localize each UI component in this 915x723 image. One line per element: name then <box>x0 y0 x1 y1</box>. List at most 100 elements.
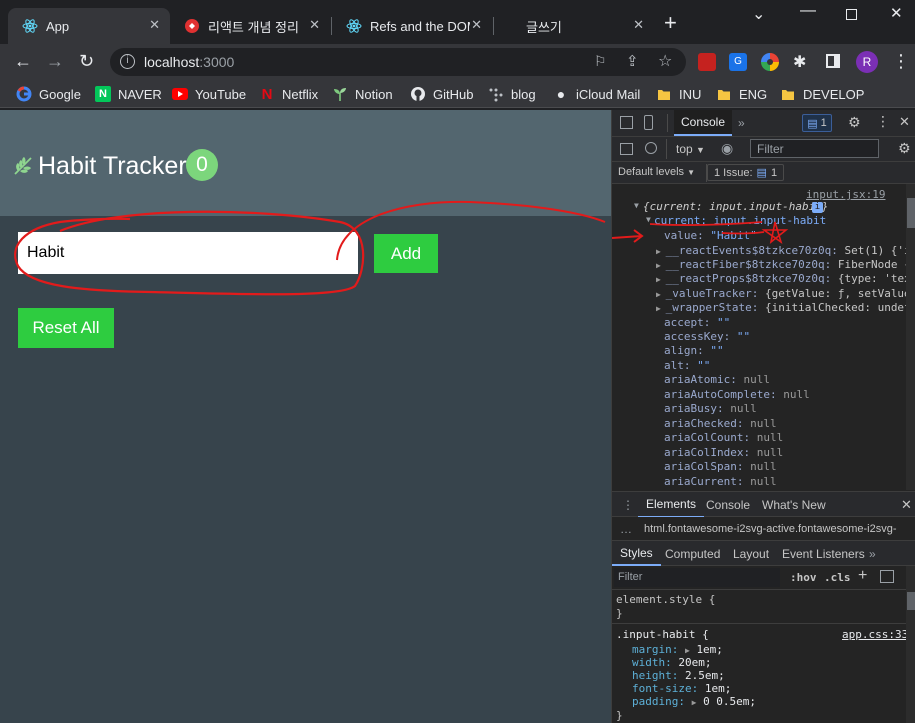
messages-counter[interactable]: ▤ 1 <box>802 114 832 132</box>
settings-gear-icon[interactable]: ⚙ <box>848 114 861 131</box>
bookmark-label: ENG <box>739 86 768 102</box>
extensions-puzzle-icon[interactable]: ✱ <box>793 52 806 72</box>
translate-extension-icon[interactable]: G <box>729 53 747 71</box>
more-tabs-chevron-icon[interactable]: » <box>738 110 745 136</box>
browser-tab-refs[interactable]: Refs and the DOM ✕ <box>332 8 492 44</box>
rule-selector[interactable]: .input-habit { <box>616 628 709 641</box>
console-filter-input[interactable]: Filter <box>750 139 879 158</box>
clear-console-icon[interactable] <box>645 142 657 154</box>
styles-filter-input[interactable]: Filter <box>614 568 780 587</box>
minimize-icon[interactable]: — <box>800 2 816 20</box>
rule-source-link[interactable]: app.css:33 <box>842 628 908 641</box>
translate-icon[interactable]: ⚐ <box>594 53 607 70</box>
new-rule-plus-icon[interactable]: + <box>858 567 867 585</box>
tab-search-icon[interactable]: ⌄ <box>752 4 765 24</box>
inspect-element-icon[interactable] <box>620 116 633 129</box>
tab-elements[interactable]: Elements <box>638 492 705 518</box>
bookmark-folder-inu[interactable]: INU <box>656 84 701 104</box>
close-icon[interactable]: ✕ <box>149 17 160 33</box>
sidebar-toggle-icon[interactable] <box>620 143 633 155</box>
tab-event-listeners[interactable]: Event Listeners <box>782 541 865 566</box>
devtools-menu-icon[interactable]: ⋮ <box>876 113 890 130</box>
tab-whats-new[interactable]: What's New <box>762 492 826 518</box>
close-icon[interactable]: ✕ <box>309 17 320 33</box>
styles-scrollbar[interactable] <box>906 566 915 590</box>
css-declaration[interactable]: height: 2.5em; <box>632 669 725 682</box>
expand-arrow-icon[interactable]: ▶ <box>685 646 690 655</box>
live-expression-eye-icon[interactable]: ◉ <box>721 140 733 157</box>
scrollbar-thumb[interactable] <box>907 592 915 610</box>
elements-breadcrumb-bar: … html.fontawesome-i2svg-active.fontawes… <box>612 517 915 541</box>
device-toolbar-icon[interactable] <box>644 115 653 130</box>
menu-kebab-icon[interactable]: ⋮ <box>892 51 910 72</box>
drawer-menu-icon[interactable]: ⋮ <box>622 492 634 518</box>
url-port: :3000 <box>199 54 235 70</box>
bookmark-youtube[interactable]: YouTube <box>172 84 246 104</box>
expand-arrow-icon[interactable]: ▶ <box>692 698 697 707</box>
console-settings-gear-icon[interactable]: ⚙ <box>898 140 911 157</box>
bookmark-icloud-mail[interactable]: ● iCloud Mail <box>553 84 641 104</box>
close-icon[interactable]: ✕ <box>471 17 482 33</box>
bookmark-star-icon[interactable]: ☆ <box>658 51 672 71</box>
browser-tab-app[interactable]: App ✕ <box>8 8 170 44</box>
more-tabs-chevron-icon[interactable]: » <box>869 541 876 566</box>
tab-styles[interactable]: Styles <box>612 541 661 566</box>
extension-red-icon[interactable] <box>698 53 716 71</box>
address-bar[interactable]: i localhost:3000 ⚐ ⇪ ☆ <box>110 48 686 76</box>
styles-filter-bar: Filter :hov .cls + <box>612 566 915 590</box>
cls-toggle[interactable]: .cls <box>824 571 851 584</box>
window-close-icon[interactable]: ✕ <box>890 4 903 22</box>
close-icon[interactable]: ✕ <box>633 17 644 33</box>
bookmark-naver[interactable]: N NAVER <box>95 84 162 104</box>
bookmark-google[interactable]: Google <box>16 84 81 104</box>
maximize-icon[interactable] <box>846 9 857 20</box>
tab-computed[interactable]: Computed <box>665 541 720 566</box>
breadcrumb[interactable]: html.fontawesome-i2svg-active.fontawesom… <box>644 523 897 535</box>
profile-avatar[interactable]: R <box>856 51 878 73</box>
hov-toggle[interactable]: :hov <box>790 571 817 584</box>
browser-tab-write[interactable]: 글쓰기 ✕ <box>494 8 654 44</box>
bookmark-folder-eng[interactable]: ENG <box>716 84 767 104</box>
apple-icon: ● <box>556 86 566 102</box>
forward-icon[interactable]: → <box>46 51 64 72</box>
bookmark-notion[interactable]: Notion <box>332 84 393 104</box>
back-icon[interactable]: ← <box>14 51 32 72</box>
url-text: localhost:3000 <box>144 54 234 70</box>
element-style-rule[interactable]: element.style { <box>616 593 715 606</box>
share-icon[interactable]: ⇪ <box>626 52 639 70</box>
bookmark-blog[interactable]: blog <box>488 84 536 104</box>
css-prop: height: <box>632 669 679 682</box>
css-declaration[interactable]: font-size: 1em; <box>632 682 731 695</box>
context-label: top <box>676 142 693 156</box>
devtools-close-icon[interactable]: ✕ <box>899 114 910 130</box>
breadcrumb-overflow-icon[interactable]: … <box>620 522 632 536</box>
tab-drawer-console[interactable]: Console <box>706 492 750 518</box>
computed-sidebar-icon[interactable] <box>880 570 894 583</box>
css-declaration[interactable]: padding: ▶ 0 0.5em; <box>632 695 756 708</box>
bookmark-netflix[interactable]: N Netflix <box>259 84 319 104</box>
side-panel-icon[interactable] <box>826 54 840 68</box>
bookmark-label: iCloud Mail <box>576 86 641 102</box>
console-scrollbar[interactable] <box>906 184 915 490</box>
bookmark-folder-develop[interactable]: DEVELOP <box>780 84 864 104</box>
drawer-close-icon[interactable]: ✕ <box>901 492 912 518</box>
browser-tab-react-notes[interactable]: 리액트 개념 정리 ✕ <box>170 8 330 44</box>
css-declaration[interactable]: width: 20em; <box>632 656 712 669</box>
notion-icon <box>184 18 200 34</box>
issues-button[interactable]: 1 Issue: ▤ 1 <box>707 164 785 181</box>
info-icon[interactable]: i <box>120 54 135 69</box>
bookmark-github[interactable]: GitHub <box>410 84 473 104</box>
bookmark-label: blog <box>511 86 536 102</box>
toolbar-divider <box>667 114 668 132</box>
css-value: 20em; <box>678 656 712 669</box>
reload-icon[interactable]: ↻ <box>79 51 94 72</box>
tab-layout[interactable]: Layout <box>733 541 769 566</box>
context-selector[interactable]: top ▼ <box>676 142 705 156</box>
dots-icon <box>488 86 504 102</box>
new-tab-button[interactable]: + <box>664 12 677 34</box>
handwritten-arrow-annotation <box>612 221 789 244</box>
scrollbar-thumb[interactable] <box>907 198 915 228</box>
css-declaration[interactable]: margin: ▶ 1em; <box>632 643 723 656</box>
tab-console[interactable]: Console <box>674 110 732 136</box>
default-levels-dropdown[interactable]: Default levels ▼ <box>618 166 695 178</box>
